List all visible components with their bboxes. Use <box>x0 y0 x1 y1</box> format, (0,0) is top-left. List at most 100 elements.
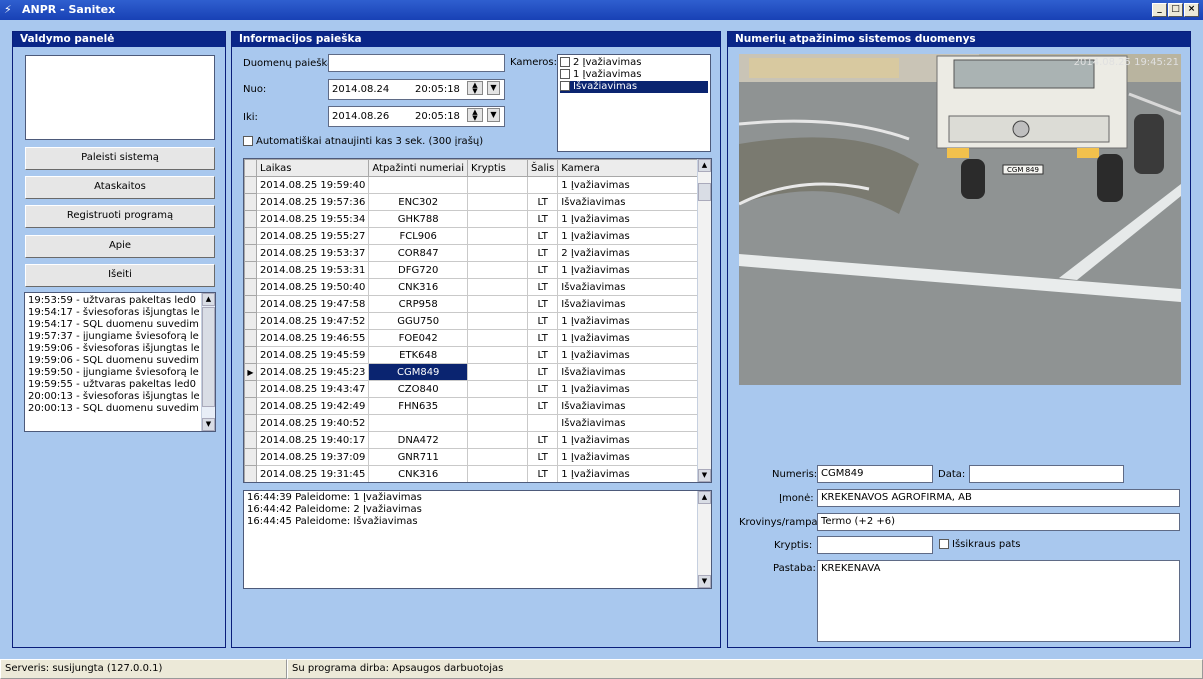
row-indicator[interactable] <box>244 176 257 194</box>
cell-camera[interactable]: 1 Įvažiavimas <box>557 448 710 466</box>
cell-country[interactable]: LT <box>527 295 559 313</box>
direction-field[interactable] <box>817 536 933 554</box>
cell-country[interactable]: LT <box>527 261 559 279</box>
cell-plate[interactable]: ETK648 <box>368 346 469 364</box>
cell-camera[interactable]: 1 Įvažiavimas <box>557 380 710 398</box>
cell-camera[interactable]: 1 Įvažiavimas <box>557 465 710 482</box>
cell-time[interactable]: 2014.08.25 19:47:58 <box>255 295 370 313</box>
table-row[interactable]: 2014.08.25 19:37:09 GNR711 LT 1 Įvažiavimas <box>244 448 710 466</box>
cell-direction[interactable] <box>467 227 529 245</box>
row-indicator[interactable] <box>244 227 257 245</box>
row-indicator[interactable] <box>244 414 257 432</box>
cell-direction[interactable] <box>467 295 529 313</box>
cell-camera[interactable]: 1 Įvažiavimas <box>557 329 710 347</box>
cell-time[interactable]: 2014.08.25 19:57:36 <box>255 193 370 211</box>
messages-log[interactable]: 16:44:39 Paleidome: 1 Įvažiavimas 16:44:… <box>243 490 712 589</box>
maximize-button[interactable]: □ <box>1168 3 1183 17</box>
scroll-up-arrow-icon[interactable]: ▲ <box>202 293 215 306</box>
cell-country[interactable] <box>527 176 559 194</box>
scroll-up-arrow-icon[interactable]: ▲ <box>698 491 711 504</box>
row-indicator[interactable] <box>244 346 257 364</box>
cell-time[interactable]: 2014.08.25 19:55:34 <box>255 210 370 228</box>
cell-time[interactable]: 2014.08.25 19:42:49 <box>255 397 370 415</box>
row-indicator[interactable] <box>244 244 257 262</box>
column-header-time[interactable]: Laikas <box>255 159 370 177</box>
scroll-down-arrow-icon[interactable]: ▼ <box>698 469 711 482</box>
cell-direction[interactable] <box>467 210 529 228</box>
minimize-button[interactable]: _ <box>1152 3 1167 17</box>
cell-country[interactable]: LT <box>527 448 559 466</box>
cell-plate[interactable]: GHK788 <box>368 210 469 228</box>
cell-plate[interactable]: COR847 <box>368 244 469 262</box>
cell-camera[interactable]: Išvažiavimas <box>557 193 710 211</box>
register-program-button[interactable]: Registruoti programą <box>25 205 215 228</box>
cell-direction[interactable] <box>467 363 529 381</box>
messages-scrollbar[interactable]: ▲ ▼ <box>697 491 711 588</box>
cell-camera[interactable]: 1 Įvažiavimas <box>557 176 710 194</box>
cell-direction[interactable] <box>467 312 529 330</box>
cell-country[interactable]: LT <box>527 227 559 245</box>
camera-list[interactable]: 2 Įvažiavimas 1 Įvažiavimas Išvažiavimas <box>557 54 711 152</box>
column-header-plate[interactable]: Atpažinti numeriai <box>368 159 469 177</box>
from-dropdown-icon[interactable]: ▼ <box>487 81 500 95</box>
to-spin-icon[interactable]: ▲ ▼ <box>467 108 483 122</box>
cell-plate[interactable]: CGM849 <box>368 363 469 381</box>
cell-plate[interactable]: ENC302 <box>368 193 469 211</box>
cell-plate[interactable]: FOE042 <box>368 329 469 347</box>
cell-plate[interactable]: GNR711 <box>368 448 469 466</box>
cell-plate[interactable]: CRP958 <box>368 295 469 313</box>
event-log[interactable]: 19:53:59 - užtvaras pakeltas led0 19:54:… <box>24 292 216 432</box>
cell-camera[interactable]: 2 Įvažiavimas <box>557 244 710 262</box>
table-row[interactable]: 2014.08.25 19:40:17 DNA472 LT 1 Įvažiavimas <box>244 431 710 449</box>
table-row[interactable]: 2014.08.25 19:55:27 FCL906 LT 1 Įvažiavimas <box>244 227 710 245</box>
cell-direction[interactable] <box>467 261 529 279</box>
date-field[interactable] <box>969 465 1124 483</box>
cell-camera[interactable]: Išvažiavimas <box>557 278 710 296</box>
cell-camera[interactable]: 1 Įvažiavimas <box>557 227 710 245</box>
row-indicator[interactable] <box>244 380 257 398</box>
cell-time[interactable]: 2014.08.25 19:37:09 <box>255 448 370 466</box>
cell-country[interactable]: LT <box>527 312 559 330</box>
cell-plate[interactable] <box>368 176 469 194</box>
cell-plate[interactable]: FHN635 <box>368 397 469 415</box>
cell-camera[interactable]: Išvažiavimas <box>557 397 710 415</box>
cell-direction[interactable] <box>467 176 529 194</box>
results-grid[interactable]: Laikas Atpažinti numeriai Kryptis Šalis … <box>243 158 712 483</box>
cell-plate[interactable]: CNK316 <box>368 465 469 482</box>
cell-country[interactable]: LT <box>527 244 559 262</box>
row-indicator[interactable] <box>244 465 257 482</box>
row-indicator[interactable] <box>244 193 257 211</box>
note-field[interactable]: KREKENAVA <box>817 560 1180 642</box>
cargo-field[interactable]: Termo (+2 +6) <box>817 513 1180 531</box>
cell-country[interactable]: LT <box>527 363 559 381</box>
table-row[interactable]: 2014.08.25 19:55:34 GHK788 LT 1 Įvažiavimas <box>244 210 710 228</box>
cell-time[interactable]: 2014.08.25 19:46:55 <box>255 329 370 347</box>
table-row[interactable]: 2014.08.25 19:42:49 FHN635 LT Išvažiavimas <box>244 397 710 415</box>
cell-direction[interactable] <box>467 397 529 415</box>
cell-plate[interactable]: CNK316 <box>368 278 469 296</box>
cell-camera[interactable]: Išvažiavimas <box>557 414 710 432</box>
self-unload-checkbox[interactable]: Išsikraus pats <box>939 539 1021 550</box>
cell-plate[interactable]: DFG720 <box>368 261 469 279</box>
cell-plate[interactable]: DNA472 <box>368 431 469 449</box>
cell-time[interactable]: 2014.08.25 19:43:47 <box>255 380 370 398</box>
column-header-camera[interactable]: Kamera <box>557 159 710 177</box>
column-header-country[interactable]: Šalis <box>527 159 559 177</box>
company-field[interactable]: KREKENAVOS AGROFIRMA, AB <box>817 489 1180 507</box>
scroll-down-arrow-icon[interactable]: ▼ <box>698 575 711 588</box>
cell-plate[interactable] <box>368 414 469 432</box>
cell-direction[interactable] <box>467 465 529 482</box>
scroll-thumb[interactable] <box>202 307 215 407</box>
cell-time[interactable]: 2014.08.25 19:47:52 <box>255 312 370 330</box>
plate-number-field[interactable]: CGM849 <box>817 465 933 483</box>
cell-direction[interactable] <box>467 380 529 398</box>
cell-time[interactable]: 2014.08.25 19:50:40 <box>255 278 370 296</box>
row-indicator[interactable] <box>244 431 257 449</box>
table-row[interactable]: 2014.08.25 19:47:58 CRP958 LT Išvažiavimas <box>244 295 710 313</box>
cell-time[interactable]: 2014.08.25 19:59:40 <box>255 176 370 194</box>
row-indicator[interactable] <box>244 312 257 330</box>
cell-country[interactable]: LT <box>527 193 559 211</box>
cell-time[interactable]: 2014.08.25 19:55:27 <box>255 227 370 245</box>
cell-direction[interactable] <box>467 244 529 262</box>
cell-direction[interactable] <box>467 278 529 296</box>
